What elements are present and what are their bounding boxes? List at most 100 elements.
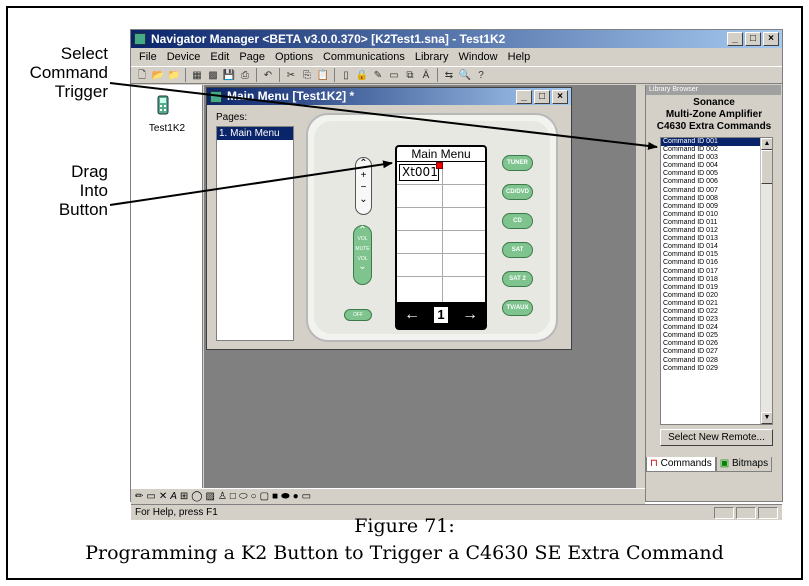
outline-ellipse-icon[interactable]: ⬭	[239, 491, 248, 502]
undo-icon[interactable]: ↶	[261, 69, 275, 82]
volume-rocker[interactable]: ⌃ VOL MUTE VOL ⌄	[353, 225, 372, 285]
outline-oval-icon[interactable]: ○	[251, 491, 257, 502]
sat2-button[interactable]: SAT 2	[502, 271, 533, 287]
scroll-down-icon[interactable]: ▼	[761, 412, 772, 424]
rectangle-tool-icon[interactable]: ▭	[146, 491, 155, 502]
command-list-item[interactable]: Command ID 012	[661, 227, 772, 235]
xt001-screen-button[interactable]: Xt001	[399, 162, 443, 181]
outline-square-icon[interactable]: ▢	[260, 491, 269, 502]
child-maximize-button[interactable]: □	[534, 90, 550, 104]
command-list-item[interactable]: Command ID 003	[661, 154, 772, 162]
menu-help[interactable]: Help	[503, 48, 536, 66]
filled-ellipse-icon[interactable]: ⬬	[281, 491, 290, 502]
command-list-item[interactable]: Command ID 011	[661, 219, 772, 227]
command-list-item[interactable]: Command ID 014	[661, 243, 772, 251]
outline-rect-icon[interactable]: □	[230, 491, 236, 502]
command-list-item[interactable]: Command ID 013	[661, 235, 772, 243]
tab-bitmaps[interactable]: ▣ Bitmaps	[715, 457, 773, 472]
minimize-button[interactable]: _	[727, 32, 743, 46]
child-titlebar[interactable]: Main Menu [Test1K2] * _ □ ×	[207, 88, 571, 105]
command-list-item[interactable]: Command ID 005	[661, 170, 772, 178]
command-list-item[interactable]: Command ID 029	[661, 365, 772, 373]
copy-icon[interactable]: ⎘	[300, 69, 314, 82]
command-list-item[interactable]: Command ID 024	[661, 324, 772, 332]
filled-circle-icon[interactable]: ●	[293, 491, 299, 502]
command-list-item[interactable]: Command ID 022	[661, 308, 772, 316]
app-titlebar[interactable]: Navigator Manager <BETA v3.0.0.370> [K2T…	[131, 30, 782, 48]
command-list-scrollbar[interactable]: ▲ ▼	[760, 138, 772, 424]
tv-aux-button[interactable]: TV/AUX	[502, 300, 533, 316]
command-list-item[interactable]: Command ID 028	[661, 357, 772, 365]
command-list-item[interactable]: Command ID 002	[661, 146, 772, 154]
button-tool-icon[interactable]: ⊞	[180, 491, 188, 502]
left-arrow-icon[interactable]: ←	[404, 306, 420, 324]
sat-button[interactable]: SAT	[502, 242, 533, 258]
menu-library[interactable]: Library	[410, 48, 454, 66]
command-list-item[interactable]: Command ID 006	[661, 178, 772, 186]
new-icon[interactable]: 🗋	[135, 69, 149, 82]
lock-icon[interactable]: 🔒	[355, 69, 369, 82]
text-tool-icon[interactable]: A	[170, 491, 177, 502]
delete-tool-icon[interactable]: ✕	[159, 491, 167, 502]
command-list-item[interactable]: Command ID 015	[661, 251, 772, 259]
command-list-item[interactable]: Command ID 004	[661, 162, 772, 170]
open-icon[interactable]: 📂	[151, 69, 165, 82]
command-list-item[interactable]: Command ID 016	[661, 259, 772, 267]
scroll-up-icon[interactable]: ▲	[761, 138, 772, 150]
tuner-button[interactable]: TUNER	[502, 155, 533, 171]
tab-commands[interactable]: ⊓ Commands	[646, 457, 716, 472]
page-list-item[interactable]: 1. Main Menu	[217, 127, 293, 140]
command-list-item[interactable]: Command ID 010	[661, 211, 772, 219]
command-list-item[interactable]: Command ID 018	[661, 276, 772, 284]
command-list-item[interactable]: Command ID 008	[661, 195, 772, 203]
select-new-remote-button[interactable]: Select New Remote...	[660, 429, 773, 446]
command-list-item[interactable]: Command ID 023	[661, 316, 772, 324]
command-list-item[interactable]: Command ID 027	[661, 348, 772, 356]
wand-icon[interactable]: ✎	[371, 69, 385, 82]
shape-tool-icon[interactable]: ◯	[191, 491, 202, 502]
device-label[interactable]: Test1K2	[131, 123, 203, 134]
command-list-item[interactable]: Command ID 025	[661, 332, 772, 340]
print-icon[interactable]: ⎙	[238, 69, 252, 82]
command-list-item[interactable]: Command ID 019	[661, 284, 772, 292]
menu-window[interactable]: Window	[454, 48, 503, 66]
close-button[interactable]: ×	[763, 32, 779, 46]
command-list-item[interactable]: Command ID 020	[661, 292, 772, 300]
remote-device-icon[interactable]	[155, 95, 171, 115]
off-button[interactable]: OFF	[344, 309, 372, 321]
cd-button[interactable]: CD	[502, 213, 533, 229]
save-icon[interactable]: 💾	[222, 69, 236, 82]
help-icon[interactable]: ?	[474, 69, 488, 82]
open-folder-icon[interactable]: 📁	[167, 69, 181, 82]
command-list-item[interactable]: Command ID 009	[661, 203, 772, 211]
font-icon[interactable]: Ä	[419, 69, 433, 82]
menu-page[interactable]: Page	[234, 48, 270, 66]
scroll-thumb[interactable]	[761, 150, 772, 184]
grid2-icon[interactable]: ▩	[206, 69, 220, 82]
image-tool-icon[interactable]: ▨	[206, 491, 215, 502]
menu-file[interactable]: File	[134, 48, 162, 66]
command-list-item[interactable]: Command ID 026	[661, 340, 772, 348]
menu-communications[interactable]: Communications	[318, 48, 410, 66]
paste-icon[interactable]: 📋	[316, 69, 330, 82]
transfer-icon[interactable]: ⇆	[442, 69, 456, 82]
cut-icon[interactable]: ✂	[284, 69, 298, 82]
right-arrow-icon[interactable]: →	[462, 306, 478, 324]
menu-edit[interactable]: Edit	[205, 48, 234, 66]
maximize-button[interactable]: □	[745, 32, 761, 46]
group-tool-icon[interactable]: ♙	[218, 491, 227, 502]
child-minimize-button[interactable]: _	[516, 90, 532, 104]
page2-icon[interactable]: ▭	[387, 69, 401, 82]
page-icon[interactable]: ▯	[339, 69, 353, 82]
preview-icon[interactable]: 🔍	[458, 69, 472, 82]
channel-rocker[interactable]: ⌃ + − ⌄	[355, 157, 372, 215]
command-list-item[interactable]: Command ID 001	[661, 138, 772, 147]
command-list-item[interactable]: Command ID 007	[661, 187, 772, 195]
cd-dvd-button[interactable]: CD/DVD	[502, 184, 533, 200]
child-close-button[interactable]: ×	[552, 90, 568, 104]
menu-device[interactable]: Device	[162, 48, 206, 66]
command-list-item[interactable]: Command ID 021	[661, 300, 772, 308]
frame-tool-icon[interactable]: ▭	[302, 491, 311, 502]
menu-options[interactable]: Options	[270, 48, 318, 66]
grid-icon[interactable]: ▦	[190, 69, 204, 82]
